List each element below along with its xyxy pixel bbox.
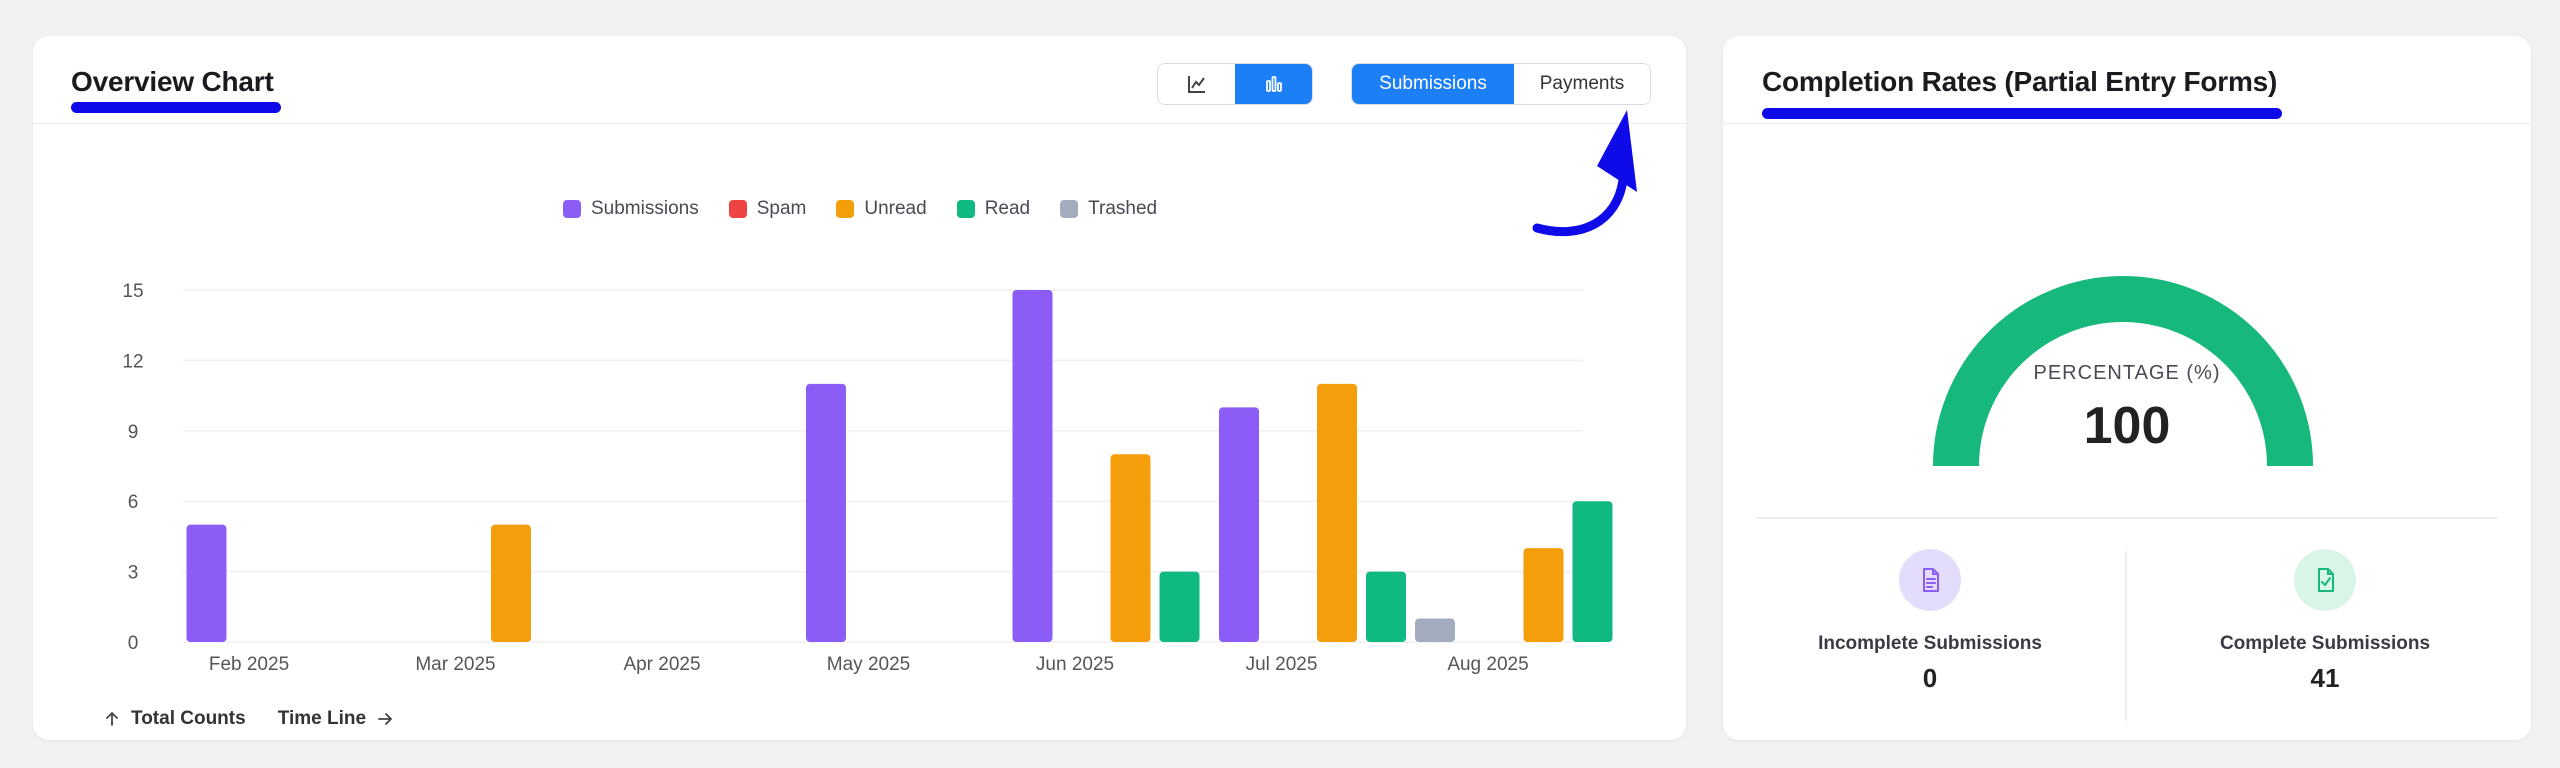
x-tick-label: May 2025 <box>827 654 910 675</box>
stats-divider <box>1756 517 2498 519</box>
y-tick-label: 12 <box>122 351 143 372</box>
bar-read <box>1366 571 1406 642</box>
completion-rates-card: Completion Rates (Partial Entry Forms) P… <box>1723 36 2531 740</box>
overview-chart-title: Overview Chart <box>71 66 274 97</box>
overview-card-header: Overview Chart Submissions Payments <box>33 36 1686 237</box>
bar-read <box>1572 501 1613 642</box>
line-chart-view-button[interactable] <box>1158 64 1235 104</box>
bar-submissions <box>186 524 227 642</box>
submissions-tab[interactable]: Submissions <box>1352 64 1514 104</box>
x-tick-label: Aug 2025 <box>1447 654 1528 675</box>
legend-label: Trashed <box>1088 198 1158 219</box>
stats-vertical-divider <box>2125 551 2127 721</box>
chart-footer: Total Counts Time Line <box>103 708 394 730</box>
document-icon <box>1899 549 1961 611</box>
time-line-label: Time Line <box>277 708 367 729</box>
annotation-arrow <box>1532 110 1637 237</box>
bar-chart-icon <box>1265 76 1282 92</box>
gauge-label: PERCENTAGE (%) <box>2033 362 2221 384</box>
bar-unread <box>491 524 531 642</box>
legend-label: Submissions <box>591 198 699 219</box>
chart-view-toggle <box>1157 63 1313 105</box>
complete-submissions-stat: Complete Submissions 41 <box>2135 549 2515 694</box>
completion-title-annotation-underline <box>1762 108 2282 119</box>
y-tick-label: 6 <box>128 492 139 513</box>
total-counts-link[interactable]: Total Counts <box>103 708 246 730</box>
legend-item-trashed[interactable]: Trashed <box>1060 198 1157 220</box>
x-tick-label: Jun 2025 <box>1036 654 1114 675</box>
overview-chart-card: Overview Chart Submissions Payments Subm… <box>33 36 1686 740</box>
bar-submissions <box>1219 407 1259 642</box>
bar-submissions <box>1012 290 1053 642</box>
bar-unread <box>1317 383 1357 642</box>
x-tick-label: Feb 2025 <box>209 654 289 675</box>
y-tick-label: 15 <box>122 281 143 302</box>
y-tick-label: 3 <box>128 563 139 584</box>
legend-item-submissions[interactable]: Submissions <box>563 198 699 220</box>
completion-rates-title: Completion Rates (Partial Entry Forms) <box>1762 66 2278 97</box>
legend-swatch <box>836 200 855 218</box>
complete-submissions-value: 41 <box>2310 663 2340 693</box>
line-chart-icon <box>1187 76 1205 93</box>
legend-item-read[interactable]: Read <box>956 198 1031 220</box>
x-tick-label: Apr 2025 <box>623 654 700 675</box>
x-tick-label: Mar 2025 <box>415 654 495 675</box>
incomplete-submissions-stat: Incomplete Submissions 0 <box>1740 549 2120 694</box>
x-tick-label: Jul 2025 <box>1246 654 1318 675</box>
legend-item-unread[interactable]: Unread <box>836 198 927 220</box>
y-tick-label: 9 <box>128 422 139 443</box>
legend-label: Spam <box>756 198 807 219</box>
bar-trashed <box>1415 618 1455 642</box>
incomplete-submissions-label: Incomplete Submissions <box>1818 633 2042 654</box>
title-annotation-underline <box>71 102 281 113</box>
legend-label: Unread <box>864 198 927 219</box>
gauge-value: 100 <box>2083 397 2171 455</box>
legend-swatch <box>563 200 581 218</box>
legend-swatch <box>1060 200 1079 218</box>
legend-label: Read <box>984 198 1031 219</box>
arrow-up-icon <box>106 712 118 726</box>
document-check-icon <box>2294 549 2356 611</box>
chart-legend: Submissions Spam Unread Read Trashed <box>563 198 1157 220</box>
completion-card-header: Completion Rates (Partial Entry Forms) <box>1723 36 2531 124</box>
incomplete-submissions-value: 0 <box>1922 663 1938 693</box>
legend-item-spam[interactable]: Spam <box>728 198 807 220</box>
complete-submissions-label: Complete Submissions <box>2219 633 2431 654</box>
bar-unread <box>1523 548 1564 642</box>
arrow-right-icon <box>378 713 392 725</box>
total-counts-label: Total Counts <box>131 708 246 729</box>
y-tick-label: 0 <box>128 633 139 654</box>
bar-chart: 0 3 6 9 12 15 Feb 2025 Mar 2025 Apr 2025 May 2025… <box>122 281 1613 675</box>
time-line-link[interactable]: Time Line <box>278 708 394 730</box>
bar-submissions <box>806 383 846 642</box>
legend-swatch <box>956 200 975 218</box>
bar-unread <box>1110 454 1151 642</box>
payments-tab[interactable]: Payments <box>1514 64 1650 104</box>
bar-chart-view-button[interactable] <box>1235 64 1312 104</box>
bar-read <box>1159 571 1200 642</box>
data-type-segmented-control: Submissions Payments <box>1351 63 1651 105</box>
legend-swatch <box>728 200 747 218</box>
